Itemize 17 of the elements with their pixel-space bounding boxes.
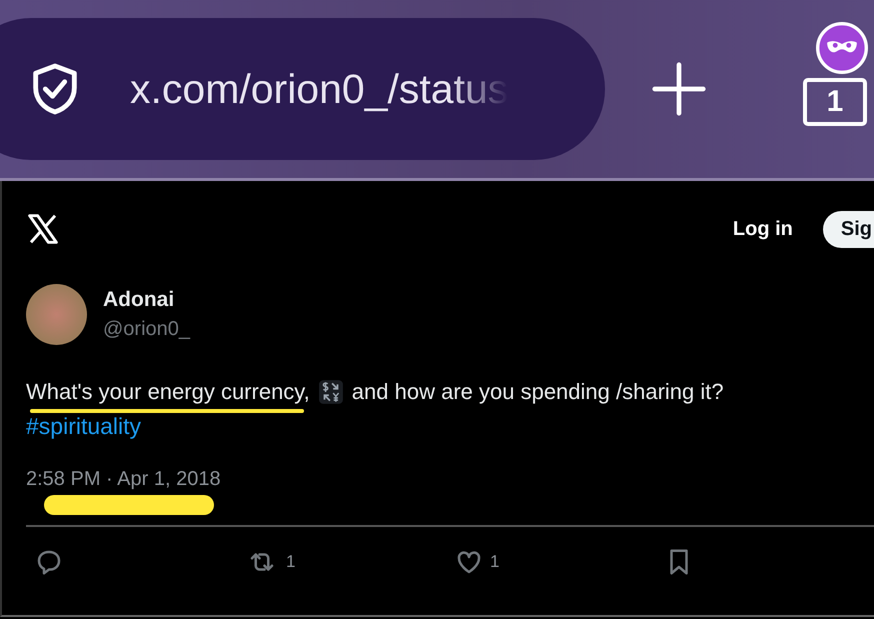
tweet-text: What's your energy currency, (26, 379, 310, 405)
tab-switcher-button[interactable]: 1 (803, 78, 867, 126)
log-in-link[interactable]: Log in (732, 218, 793, 240)
address-bar[interactable]: x.com/orion0_/status (0, 18, 605, 160)
sign-up-button[interactable]: Sig (822, 210, 874, 248)
hashtag-link[interactable]: #spirituality (26, 413, 874, 440)
timestamp[interactable]: 2:58 PM · Apr 1, 2018 (26, 468, 221, 491)
author-handle[interactable]: @orion0_ (103, 318, 190, 341)
mask-icon (815, 21, 869, 75)
currency-exchange-icon (318, 379, 344, 405)
url-text: x.com/orion0_/status (130, 66, 508, 112)
action-count: 1 (490, 552, 500, 572)
author-name[interactable]: Adonai (103, 288, 190, 312)
x-logo-icon[interactable] (26, 213, 60, 245)
tweet-text: and how are you spending /sharing it? (352, 379, 724, 405)
plus-icon[interactable] (651, 61, 707, 117)
action-count: 1 (286, 552, 296, 572)
